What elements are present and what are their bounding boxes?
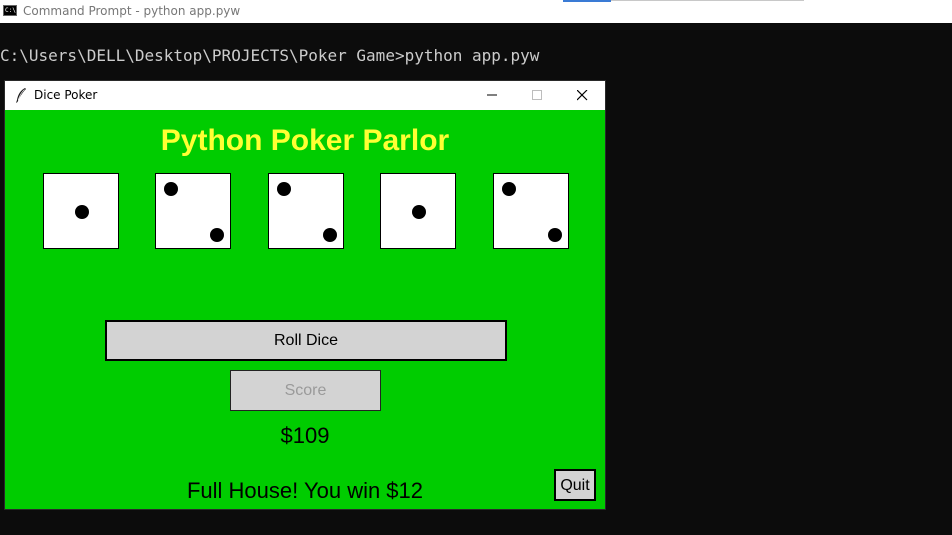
game-title: Python Poker Parlor <box>160 124 450 157</box>
die-pip <box>277 182 291 196</box>
die-5 <box>493 173 569 249</box>
divider-strip <box>611 0 804 1</box>
roll-dice-button[interactable]: Roll Dice <box>105 320 507 361</box>
die-pip <box>323 228 337 242</box>
minimize-icon <box>487 94 497 96</box>
window-title-bar[interactable]: Dice Poker <box>5 81 605 110</box>
die-2 <box>155 173 231 249</box>
quit-button[interactable]: Quit <box>554 469 596 501</box>
dice-poker-window: Dice Poker Python Poker Parlor Roll Dice… <box>4 80 606 510</box>
die-pip <box>412 205 426 219</box>
die-pip <box>164 182 178 196</box>
money-display: $109 <box>280 423 330 448</box>
die-pip <box>210 228 224 242</box>
die-1 <box>43 173 119 249</box>
die-4 <box>380 173 456 249</box>
die-pip <box>502 182 516 196</box>
close-button[interactable] <box>559 81 605 110</box>
die-pip <box>75 205 89 219</box>
cmd-window-title: Command Prompt - python app.pyw <box>23 4 241 18</box>
accent-strip <box>563 0 611 2</box>
score-button[interactable]: Score <box>230 370 381 411</box>
die-3 <box>268 173 344 249</box>
feather-icon <box>16 88 26 103</box>
minimize-button[interactable] <box>469 81 515 110</box>
maximize-icon <box>532 90 542 100</box>
cmd-output-line: C:\Users\DELL\Desktop\PROJECTS\Poker Gam… <box>0 46 540 65</box>
die-pip <box>548 228 562 242</box>
result-message: Full House! You win $12 <box>186 478 424 503</box>
close-icon <box>577 90 588 101</box>
window-title: Dice Poker <box>34 88 98 102</box>
cmd-app-icon: C:\ <box>3 5 17 16</box>
cmd-title-bar: C:\ Command Prompt - python app.pyw <box>0 0 952 23</box>
maximize-button[interactable] <box>514 81 560 110</box>
